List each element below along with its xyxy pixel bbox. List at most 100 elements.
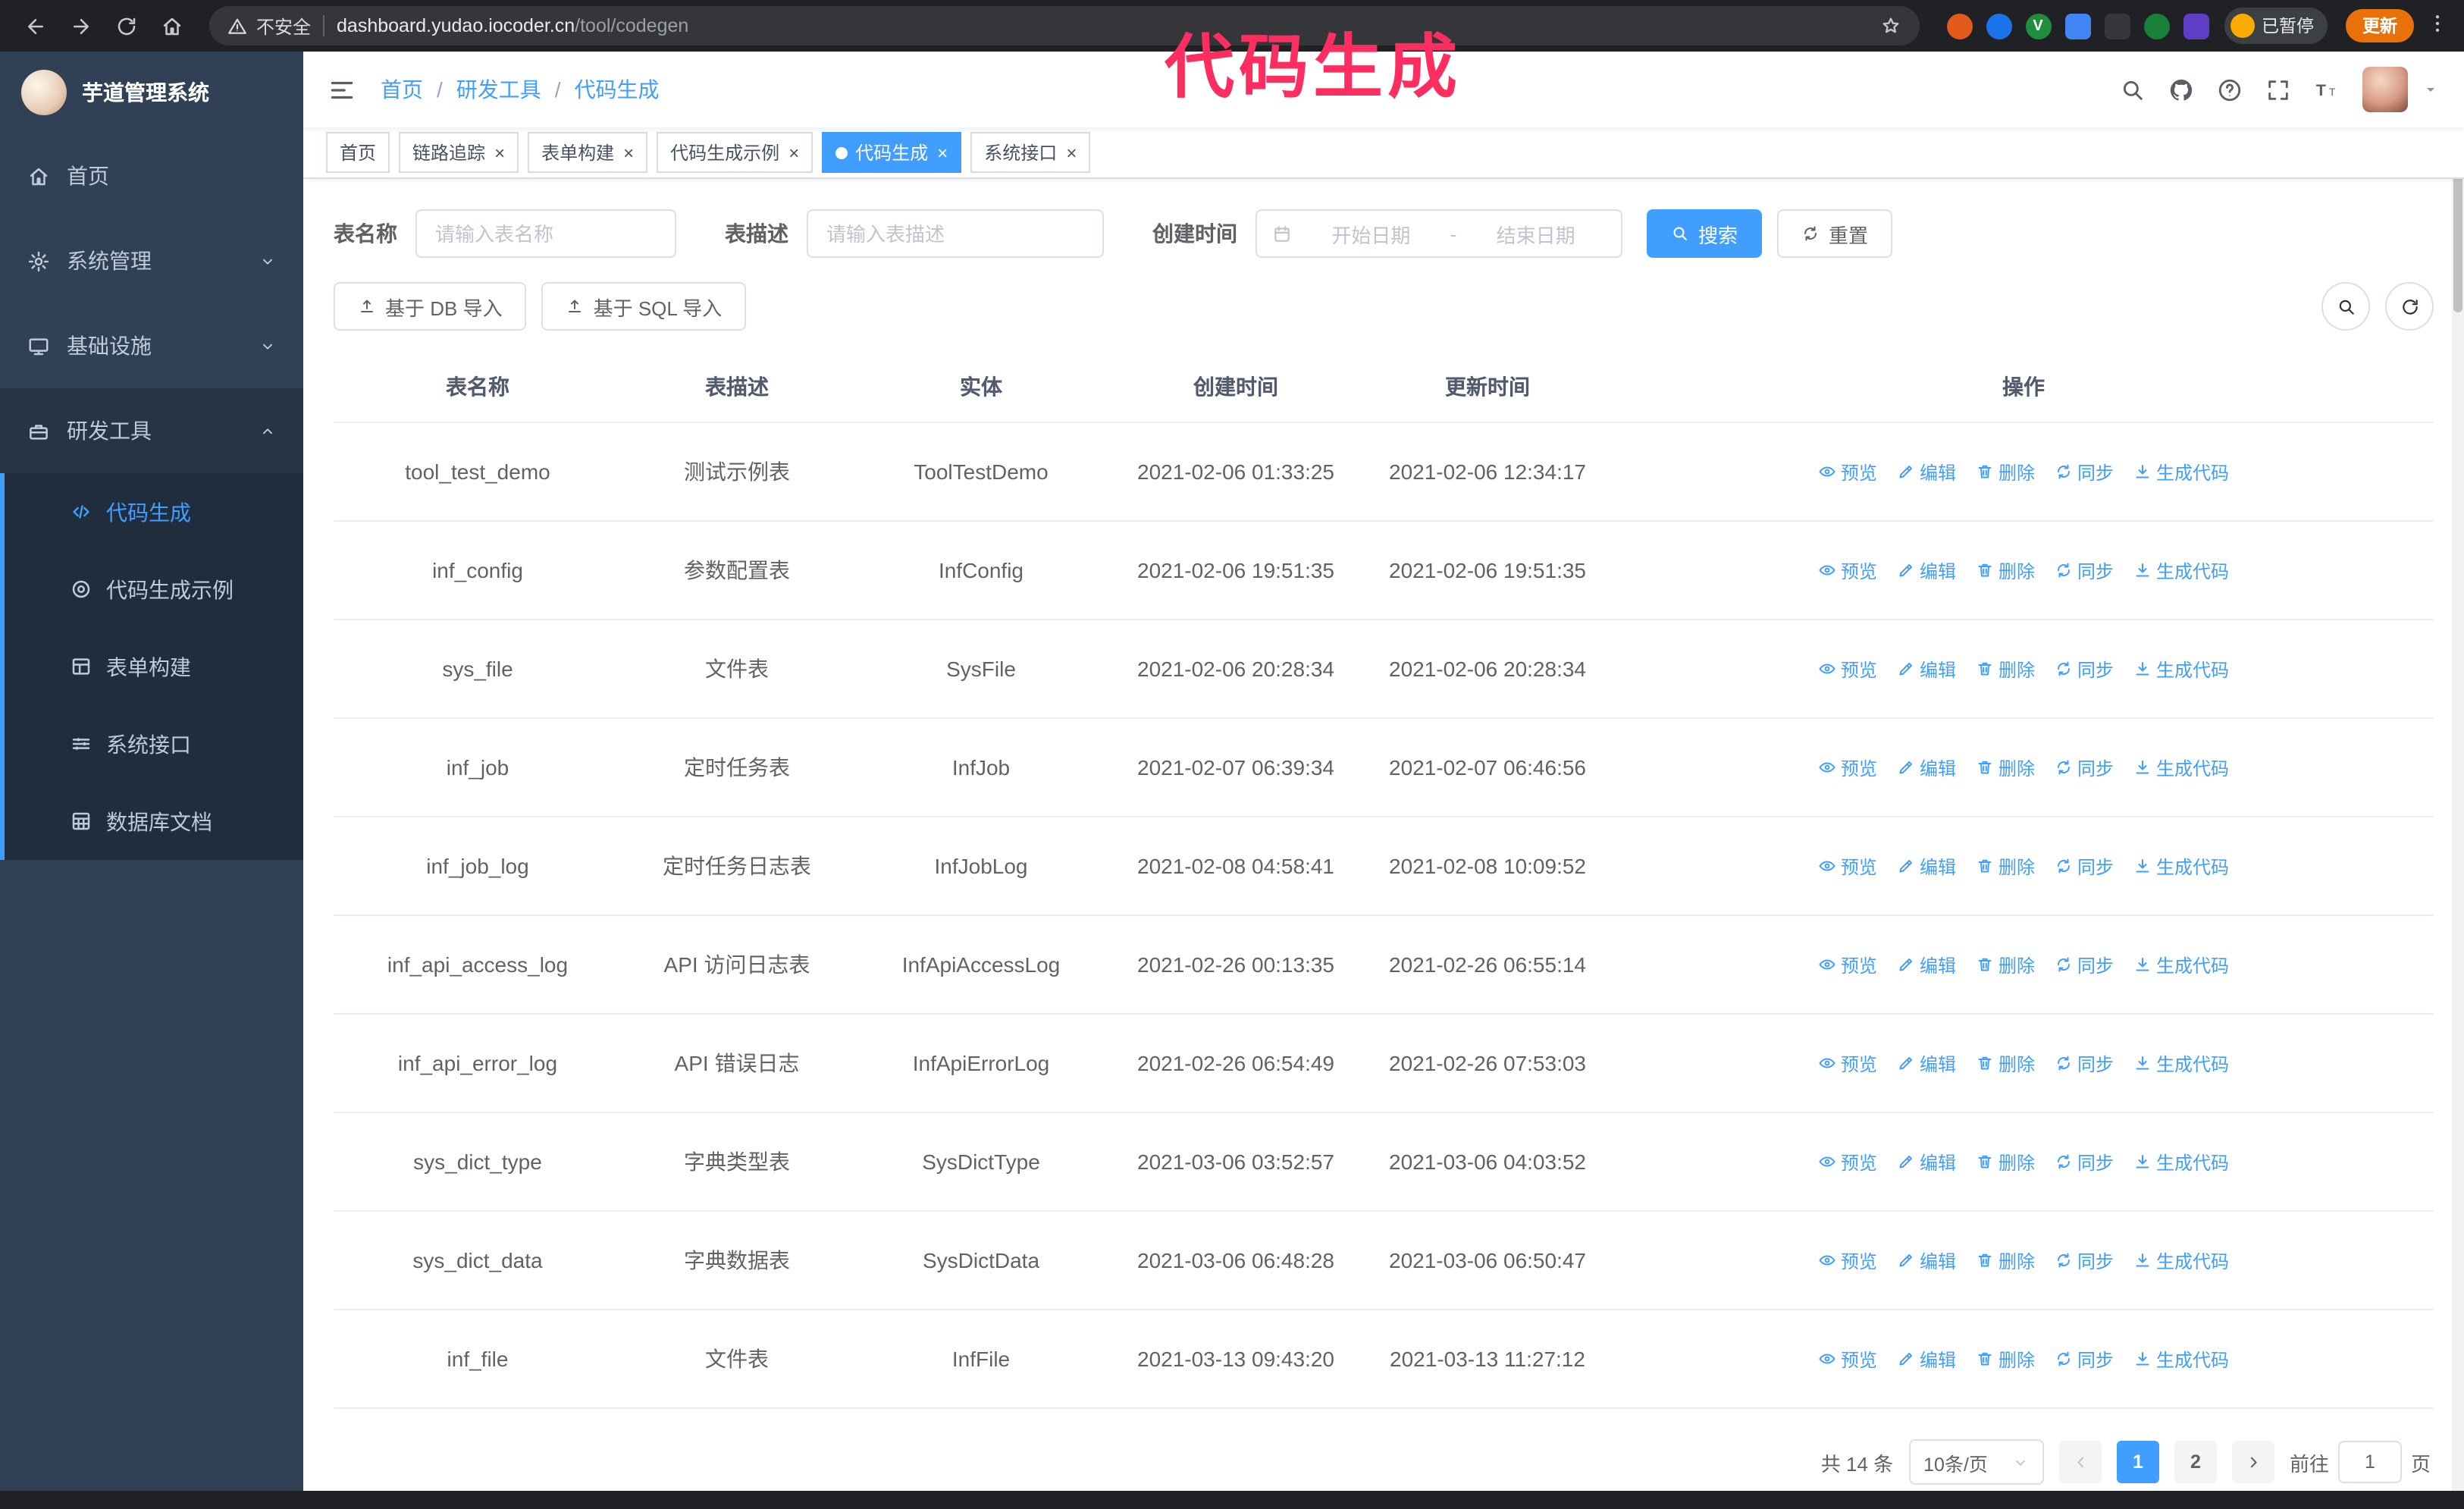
generate-code-link[interactable]: 生成代码 — [2133, 1346, 2229, 1372]
browser-update-button[interactable]: 更新 — [2346, 9, 2414, 42]
tab-tracing[interactable]: 链路追踪 × — [399, 132, 519, 173]
reload-icon[interactable] — [106, 6, 146, 45]
toggle-search-button[interactable] — [2321, 282, 2370, 331]
generate-code-link[interactable]: 生成代码 — [2133, 952, 2229, 977]
sync-link[interactable]: 同步 — [2055, 952, 2114, 977]
table-name-input[interactable] — [415, 209, 676, 258]
sync-link[interactable]: 同步 — [2055, 754, 2114, 780]
edit-link[interactable]: 编辑 — [1897, 754, 1956, 780]
back-icon[interactable] — [15, 6, 55, 45]
extension-icon-6[interactable] — [2143, 13, 2169, 39]
delete-link[interactable]: 删除 — [1976, 1050, 2035, 1076]
delete-link[interactable]: 删除 — [1976, 1149, 2035, 1175]
sync-link[interactable]: 同步 — [2055, 656, 2114, 682]
edit-link[interactable]: 编辑 — [1897, 557, 1956, 583]
sync-link[interactable]: 同步 — [2055, 1346, 2114, 1372]
sidebar-item-db-doc[interactable]: 数据库文档 — [0, 783, 303, 860]
tab-codegen[interactable]: 代码生成 × — [822, 132, 962, 173]
generate-code-link[interactable]: 生成代码 — [2133, 557, 2229, 583]
tab-form-builder[interactable]: 表单构建 × — [528, 132, 648, 173]
edit-link[interactable]: 编辑 — [1897, 1050, 1956, 1076]
sidebar-item-home[interactable]: 首页 — [0, 133, 303, 218]
delete-link[interactable]: 删除 — [1976, 557, 2035, 583]
delete-link[interactable]: 删除 — [1976, 754, 2035, 780]
extension-icon-5[interactable] — [2104, 13, 2130, 39]
refresh-button[interactable] — [2385, 282, 2434, 331]
search-icon[interactable] — [2120, 77, 2146, 102]
security-indicator[interactable]: 不安全 — [227, 13, 311, 39]
tab-system-api[interactable]: 系统接口 × — [970, 132, 1091, 173]
search-button[interactable]: 搜索 — [1647, 209, 1763, 258]
extension-icon-1[interactable] — [1946, 13, 1972, 39]
page-scrollbar[interactable] — [2452, 52, 2464, 1491]
extension-icon-7[interactable] — [2183, 13, 2209, 39]
tab-home[interactable]: 首页 — [326, 132, 390, 173]
extension-icon-4[interactable] — [2064, 13, 2090, 39]
fullscreen-icon[interactable] — [2265, 77, 2291, 102]
import-db-button[interactable]: 基于 DB 导入 — [334, 282, 527, 331]
sync-link[interactable]: 同步 — [2055, 459, 2114, 485]
generate-code-link[interactable]: 生成代码 — [2133, 1050, 2229, 1076]
preview-link[interactable]: 预览 — [1818, 1050, 1877, 1076]
font-size-icon[interactable]: TT — [2314, 77, 2340, 102]
extension-icon-3[interactable]: V — [2025, 13, 2051, 39]
delete-link[interactable]: 删除 — [1976, 1346, 2035, 1372]
delete-link[interactable]: 删除 — [1976, 459, 2035, 485]
help-icon[interactable] — [2217, 77, 2243, 102]
preview-link[interactable]: 预览 — [1818, 754, 1877, 780]
sync-link[interactable]: 同步 — [2055, 853, 2114, 879]
sync-link[interactable]: 同步 — [2055, 557, 2114, 583]
sidebar-item-system-mgmt[interactable]: 系统管理 — [0, 218, 303, 303]
preview-link[interactable]: 预览 — [1818, 557, 1877, 583]
sync-link[interactable]: 同步 — [2055, 1247, 2114, 1273]
avatar-caret-icon[interactable] — [2422, 79, 2440, 100]
generate-code-link[interactable]: 生成代码 — [2133, 656, 2229, 682]
generate-code-link[interactable]: 生成代码 — [2133, 853, 2229, 879]
sidebar-item-dev-tools[interactable]: 研发工具 — [0, 388, 303, 473]
breadcrumb-dev-tools[interactable]: 研发工具 — [456, 74, 541, 105]
preview-link[interactable]: 预览 — [1818, 1149, 1877, 1175]
generate-code-link[interactable]: 生成代码 — [2133, 1247, 2229, 1273]
edit-link[interactable]: 编辑 — [1897, 459, 1956, 485]
tab-codegen-example[interactable]: 代码生成示例 × — [657, 132, 813, 173]
sidebar-item-form-builder[interactable]: 表单构建 — [0, 628, 303, 705]
address-bar[interactable]: 不安全 dashboard.yudao.iocoder.cn/tool/code… — [209, 6, 1919, 45]
generate-code-link[interactable]: 生成代码 — [2133, 1149, 2229, 1175]
delete-link[interactable]: 删除 — [1976, 853, 2035, 879]
app-logo[interactable]: 芋道管理系统 — [0, 52, 303, 133]
extension-icon-2[interactable] — [1986, 13, 2011, 39]
github-icon[interactable] — [2168, 77, 2194, 102]
sync-link[interactable]: 同步 — [2055, 1149, 2114, 1175]
import-sql-button[interactable]: 基于 SQL 导入 — [541, 282, 747, 331]
generate-code-link[interactable]: 生成代码 — [2133, 459, 2229, 485]
edit-link[interactable]: 编辑 — [1897, 1247, 1956, 1273]
delete-link[interactable]: 删除 — [1976, 952, 2035, 977]
next-page-button[interactable] — [2231, 1441, 2274, 1483]
hamburger-icon[interactable] — [328, 75, 356, 104]
sidebar-item-system-api[interactable]: 系统接口 — [0, 705, 303, 783]
sidebar-item-codegen-example[interactable]: 代码生成示例 — [0, 551, 303, 628]
close-icon[interactable]: × — [623, 143, 634, 162]
edit-link[interactable]: 编辑 — [1897, 853, 1956, 879]
browser-menu-icon[interactable] — [2426, 13, 2449, 39]
home-icon[interactable] — [152, 6, 191, 45]
date-range-picker[interactable]: 开始日期 - 结束日期 — [1256, 209, 1622, 258]
preview-link[interactable]: 预览 — [1818, 1247, 1877, 1273]
close-icon[interactable]: × — [788, 143, 799, 162]
close-icon[interactable]: × — [1066, 143, 1077, 162]
close-icon[interactable]: × — [494, 143, 505, 162]
browser-profile-chip[interactable]: 已暂停 — [2224, 8, 2328, 44]
page-button-1[interactable]: 1 — [2116, 1441, 2159, 1483]
prev-page-button[interactable] — [2058, 1441, 2102, 1483]
preview-link[interactable]: 预览 — [1818, 656, 1877, 682]
sidebar-item-codegen[interactable]: 代码生成 — [0, 473, 303, 551]
forward-icon[interactable] — [61, 6, 100, 45]
page-size-select[interactable]: 10条/页 — [1908, 1439, 2044, 1485]
edit-link[interactable]: 编辑 — [1897, 952, 1956, 977]
user-avatar[interactable] — [2362, 67, 2408, 112]
edit-link[interactable]: 编辑 — [1897, 656, 1956, 682]
goto-page-input[interactable] — [2337, 1441, 2402, 1483]
delete-link[interactable]: 删除 — [1976, 1247, 2035, 1273]
breadcrumb-home[interactable]: 首页 — [381, 74, 423, 105]
sidebar-item-infrastructure[interactable]: 基础设施 — [0, 303, 303, 388]
